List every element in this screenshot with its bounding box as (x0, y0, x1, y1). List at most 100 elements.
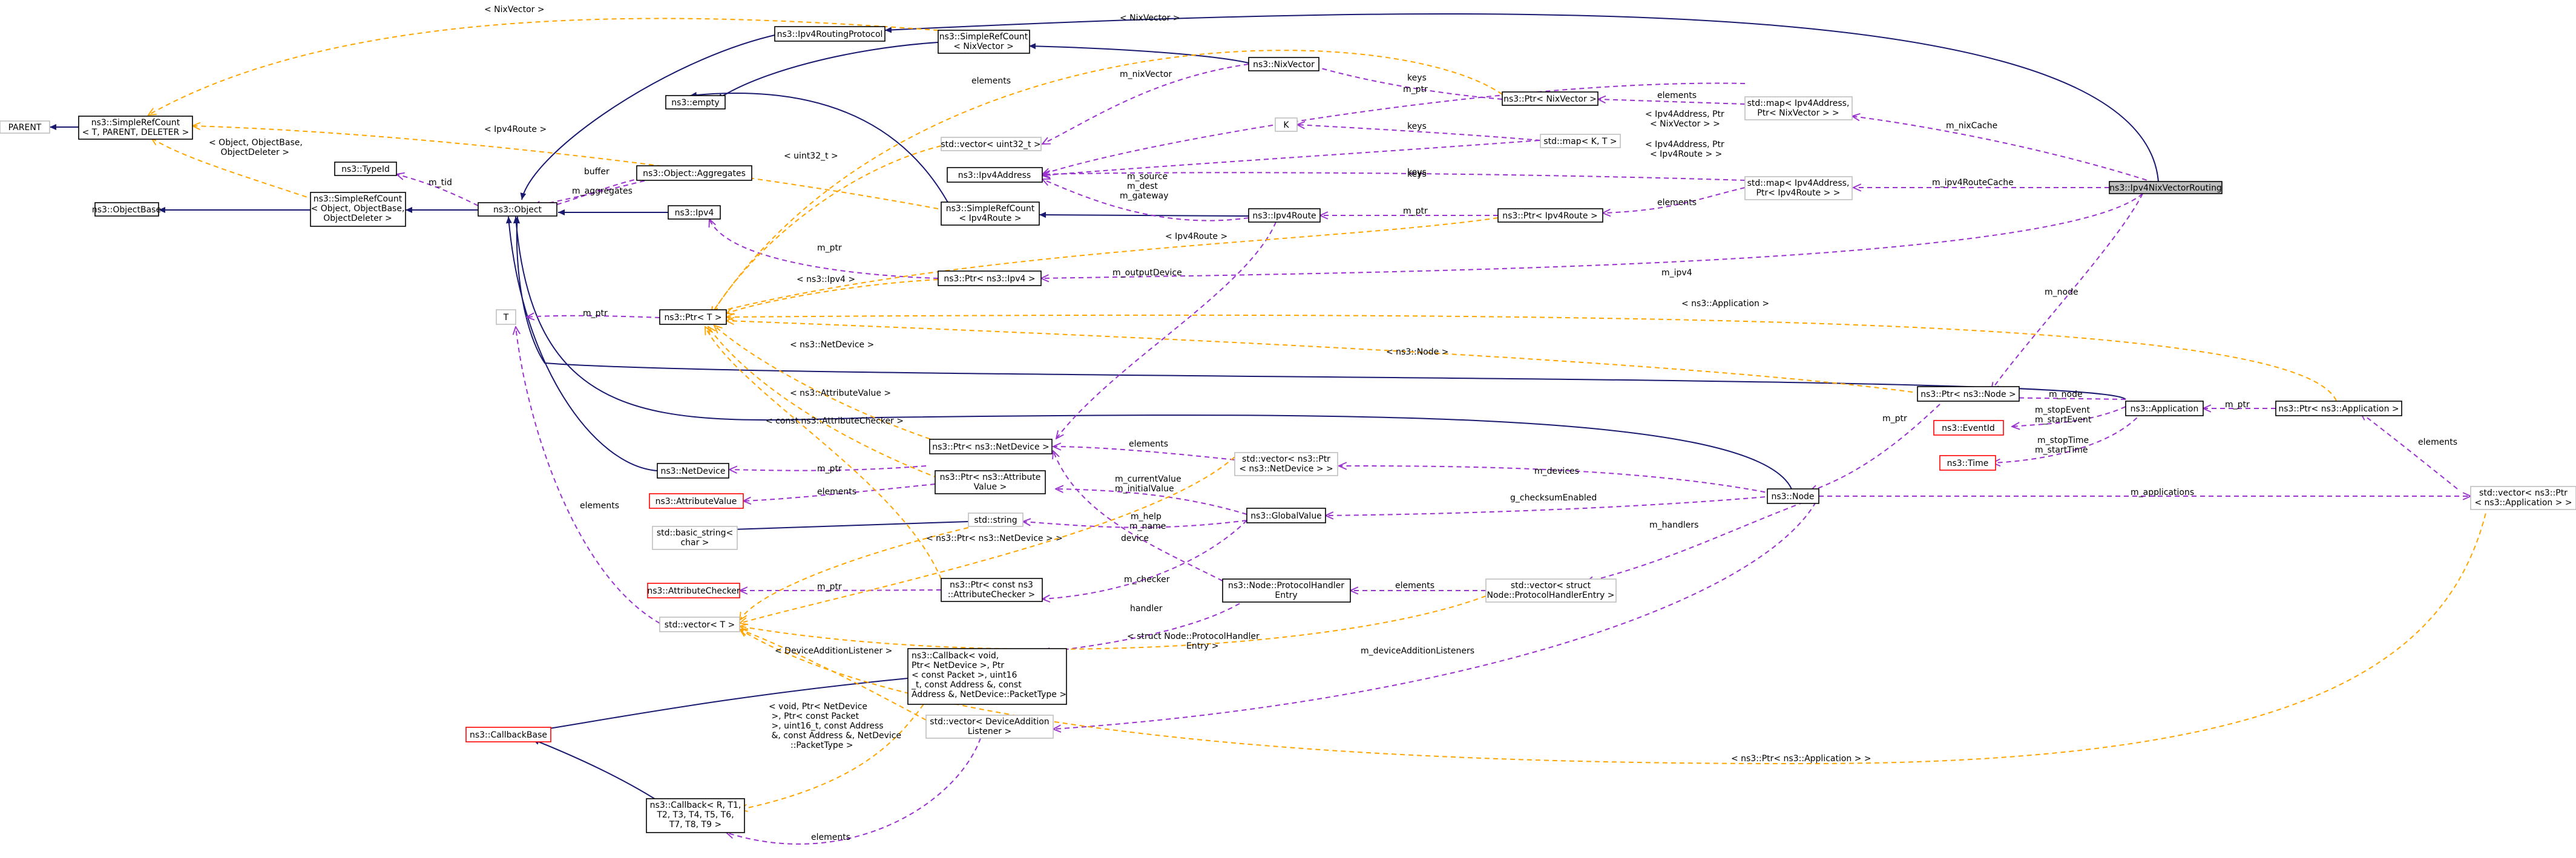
svg-text:ns3::empty: ns3::empty (671, 98, 719, 108)
node-object[interactable]: ns3::Object (478, 202, 557, 217)
label-keys-2: keys (1407, 122, 1427, 131)
svg-text:std::vector< T >: std::vector< T > (665, 620, 735, 630)
node-callback-signature[interactable]: ns3::Callback< void, Ptr< NetDevice >, P… (907, 648, 1067, 705)
svg-text:Ptr< Ipv4Route > >: Ptr< Ipv4Route > > (1756, 188, 1840, 198)
node-protocolhandlerentry[interactable]: ns3::Node::ProtocolHandler Entry (1222, 578, 1351, 603)
label-mapkt-nix: < Ipv4Address, Ptr < NixVector > > (1645, 110, 1724, 129)
edge-use-mptr-node (1810, 404, 1940, 491)
label-attrchecker-tpl: < const ns3::AttributeChecker > (766, 416, 904, 426)
edge-tpl-ipv4 (726, 279, 939, 313)
svg-text:ns3::EventId: ns3::EventId (1942, 424, 1995, 433)
collaboration-diagram: < NixVector > < NixVector > elements m_n… (0, 5, 2576, 845)
node-vector-uint32[interactable]: std::vector< uint32_t > (941, 137, 1042, 151)
node-parent[interactable]: PARENT (0, 120, 50, 134)
node-basic-string[interactable]: std::basic_string< char > (652, 526, 738, 550)
node-empty[interactable]: ns3::empty (665, 95, 726, 110)
node-ipv4routingprotocol[interactable]: ns3::Ipv4RoutingProtocol (774, 26, 886, 42)
node-simplerefcount-t[interactable]: ns3::SimpleRefCount < T, PARENT, DELETER… (78, 116, 193, 140)
node-t[interactable]: T (496, 309, 516, 325)
svg-text:ns3::NetDevice: ns3::NetDevice (661, 467, 726, 476)
svg-text:K: K (1283, 120, 1289, 130)
node-vector-deviceadditionlistener[interactable]: std::vector< DeviceAddition Listener > (925, 715, 1054, 739)
svg-text:< Ipv4Route >: < Ipv4Route > (959, 214, 1021, 223)
label-mapplications: m_applications (2131, 488, 2194, 497)
node-map-nixvector[interactable]: std::map< Ipv4Address, Ptr< NixVector > … (1744, 96, 1853, 120)
node-typeid[interactable]: ns3::TypeId (334, 162, 397, 176)
label-nixvector-top: < NixVector > (484, 5, 545, 15)
label-msource: m_source m_dest m_gateway (1120, 172, 1169, 201)
svg-text:ns3::ObjectBase: ns3::ObjectBase (92, 205, 161, 215)
node-ptr-netdevice[interactable]: ns3::Ptr< ns3::NetDevice > (929, 439, 1053, 454)
label-elements-6: elements (817, 487, 856, 497)
node-nixvector[interactable]: ns3::NixVector (1248, 57, 1319, 71)
node-time[interactable]: ns3::Time (1939, 455, 1996, 471)
node-ptr-ipv4route[interactable]: ns3::Ptr< Ipv4Route > (1497, 208, 1603, 223)
label-mptr-1: m_ptr (1403, 85, 1428, 94)
node-ptr-application[interactable]: ns3::Ptr< ns3::Application > (2275, 401, 2402, 416)
node-object-aggregates[interactable]: ns3::Object::Aggregates (636, 165, 752, 181)
svg-text:ns3::Ptr< T >: ns3::Ptr< T > (664, 313, 721, 323)
node-ptr-node[interactable]: ns3::Ptr< ns3::Node > (1917, 386, 2020, 402)
node-ptr-attributevalue[interactable]: ns3::Ptr< ns3::Attribute Value > (935, 470, 1046, 494)
node-map-k-t[interactable]: std::map< K, T > (1540, 134, 1621, 148)
svg-text:< const Packet >, uint16: < const Packet >, uint16 (912, 670, 1017, 680)
node-callback-r[interactable]: ns3::Callback< R, T1, T2, T3, T4, T5, T6… (646, 798, 745, 833)
node-simplerefcount-object[interactable]: ns3::SimpleRefCount < Object, ObjectBase… (310, 192, 406, 227)
svg-text:ns3::Node::ProtocolHandler: ns3::Node::ProtocolHandler (1228, 581, 1344, 591)
label-devicelistener-tpl: < DeviceAdditionListener > (775, 646, 892, 656)
node-node[interactable]: ns3::Node (1767, 488, 1819, 504)
node-string[interactable]: std::string (968, 513, 1024, 527)
node-k[interactable]: K (1275, 117, 1298, 132)
label-elements-8: elements (811, 833, 850, 842)
svg-text:< NixVector >: < NixVector > (953, 42, 1014, 51)
svg-text:ObjectDeleter >: ObjectDeleter > (323, 214, 392, 223)
node-netdevice[interactable]: ns3::NetDevice (657, 463, 729, 479)
node-map-ipv4route[interactable]: std::map< Ipv4Address, Ptr< Ipv4Route > … (1744, 176, 1853, 200)
svg-text:Ptr< NixVector > >: Ptr< NixVector > > (1757, 108, 1839, 118)
label-mnode: m_node (2045, 287, 2078, 297)
node-vector-protocolhandler[interactable]: std::vector< struct Node::ProtocolHandle… (1485, 578, 1617, 603)
svg-text:ns3::Callback< R, T1,: ns3::Callback< R, T1, (650, 801, 741, 810)
node-ptr-t[interactable]: ns3::Ptr< T > (659, 309, 727, 325)
svg-text:ns3::Ptr< ns3::Node >: ns3::Ptr< ns3::Node > (1920, 390, 2016, 399)
node-ptr-ipv4[interactable]: ns3::Ptr< ns3::Ipv4 > (938, 270, 1042, 286)
svg-text:ns3::Ipv4: ns3::Ipv4 (675, 208, 714, 218)
node-vector-ptr-application[interactable]: std::vector< ns3::Ptr < ns3::Application… (2470, 486, 2576, 510)
node-attributechecker[interactable]: ns3::AttributeChecker (647, 583, 740, 598)
label-mstoptime: m_stopTime m_startTime (2035, 436, 2089, 455)
node-callbackbase[interactable]: ns3::CallbackBase (465, 727, 551, 742)
svg-text:std::vector< uint32_t >: std::vector< uint32_t > (941, 140, 1040, 149)
node-application[interactable]: ns3::Application (2125, 401, 2204, 416)
node-eventid[interactable]: ns3::EventId (1933, 420, 2004, 436)
svg-text:Entry: Entry (1275, 591, 1297, 600)
node-vector-ptr-netdevice[interactable]: std::vector< ns3::Ptr < ns3::NetDevice >… (1234, 452, 1338, 476)
svg-text:ns3::Ptr< const ns3: ns3::Ptr< const ns3 (950, 580, 1033, 590)
node-ipv4nixvectorrouting[interactable]: ns3::Ipv4NixVectorRouting (2109, 181, 2223, 194)
node-ptr-nixvector[interactable]: ns3::Ptr< NixVector > (1502, 91, 1598, 106)
node-ipv4route[interactable]: ns3::Ipv4Route (1248, 208, 1321, 223)
svg-text:ns3::Ptr< NixVector >: ns3::Ptr< NixVector > (1503, 94, 1597, 104)
svg-text:ns3::SimpleRefCount: ns3::SimpleRefCount (91, 118, 180, 128)
node-simplerefcount-ipv4route[interactable]: ns3::SimpleRefCount < Ipv4Route > (941, 201, 1040, 226)
node-ipv4[interactable]: ns3::Ipv4 (668, 205, 721, 220)
label-appvec-tpl: < ns3::Ptr< ns3::Application > > (1731, 754, 1871, 764)
svg-text:std::string: std::string (974, 516, 1017, 525)
node-ipv4address[interactable]: ns3::Ipv4Address (947, 167, 1043, 183)
node-attributevalue[interactable]: ns3::AttributeValue (649, 493, 744, 509)
svg-text:std::vector< ns3::Ptr: std::vector< ns3::Ptr (2479, 488, 2568, 498)
edge-tpl-application (726, 315, 2337, 401)
label-device: device (1121, 534, 1149, 543)
edge-tpl-ipv4route-2 (711, 217, 1499, 313)
svg-text:std::vector< struct: std::vector< struct (1511, 581, 1591, 591)
label-mnode-2: m_node (2049, 390, 2083, 399)
label-mptr-5: m_ptr (2225, 400, 2250, 410)
label-moutputdevice: m_outputDevice (1112, 268, 1182, 278)
node-ptr-attributechecker[interactable]: ns3::Ptr< const ns3 ::AttributeChecker > (941, 578, 1043, 602)
node-vector-t[interactable]: std::vector< T > (659, 617, 740, 632)
node-globalvalue[interactable]: ns3::GlobalValue (1246, 508, 1326, 523)
svg-text:::AttributeChecker >: ::AttributeChecker > (948, 590, 1035, 600)
node-objectbase[interactable]: ns3::ObjectBase (92, 202, 161, 217)
label-gchecksum: g_checksumEnabled (1510, 493, 1597, 503)
node-simplerefcount-nixvector[interactable]: ns3::SimpleRefCount < NixVector > (938, 30, 1030, 54)
edge-tpl-protocolhandler (740, 595, 1487, 650)
